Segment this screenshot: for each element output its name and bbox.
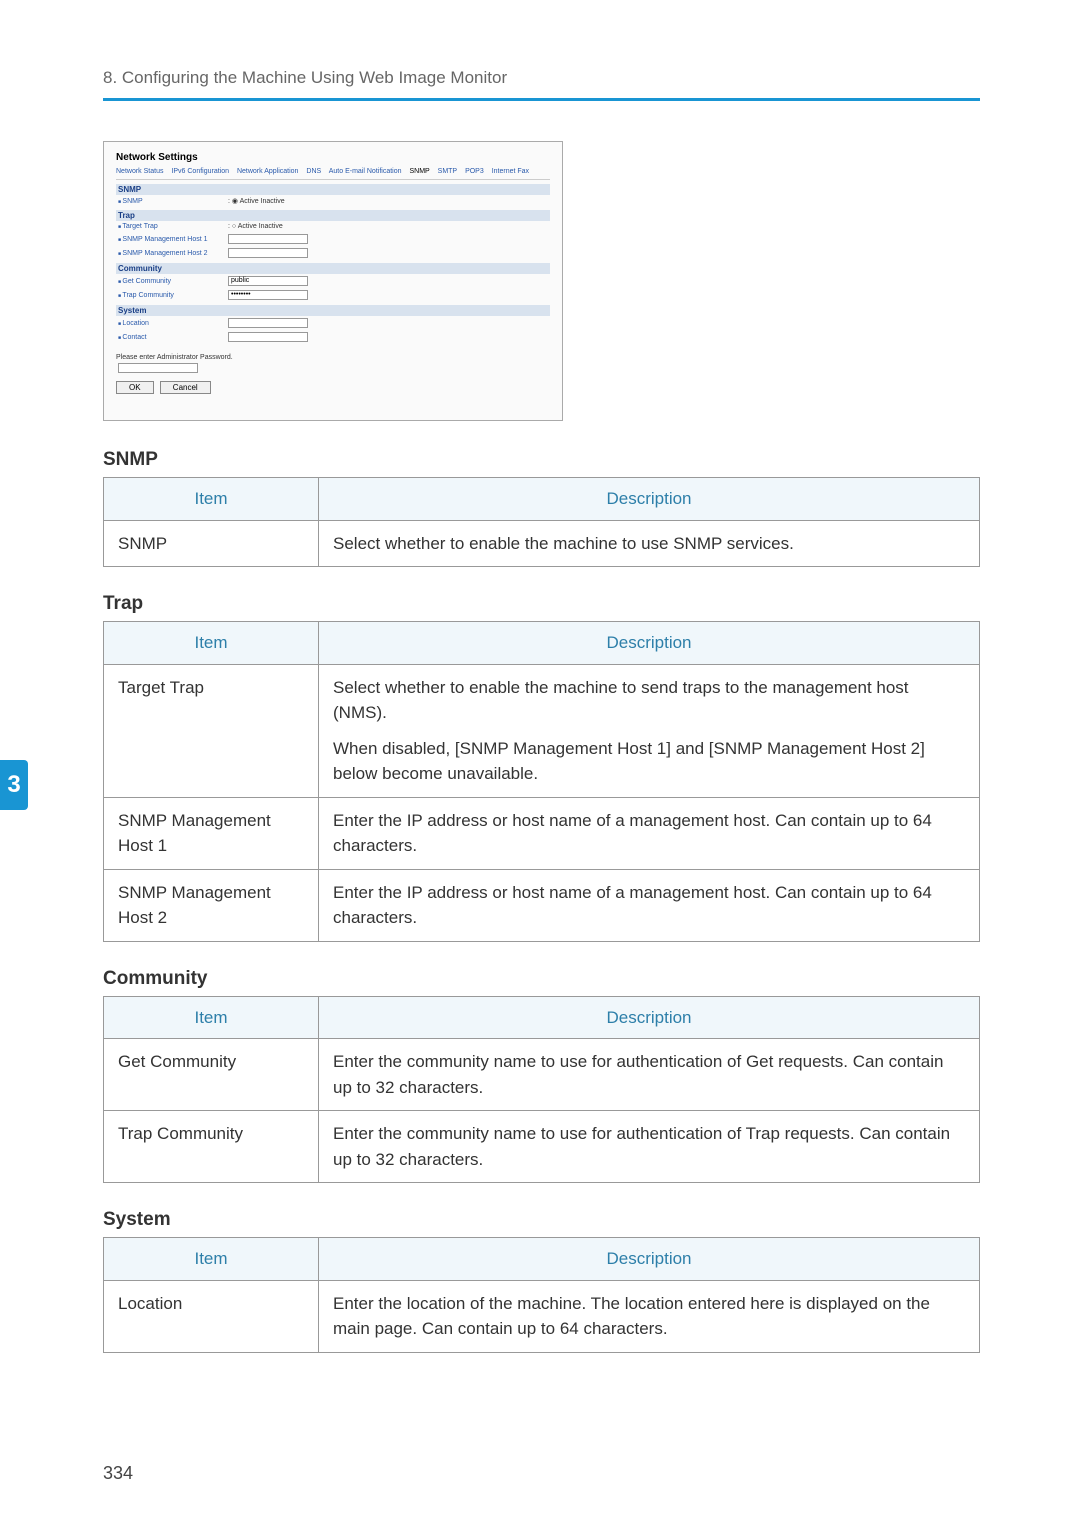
col-item: Item: [104, 478, 319, 521]
system-heading: System: [103, 1209, 980, 1231]
ns-radio: : ◉ Active Inactive: [228, 197, 285, 205]
desc-cell: Select whether to enable the machine to …: [319, 520, 980, 567]
ns-tab: DNS: [306, 168, 321, 175]
col-item: Item: [104, 622, 319, 665]
desc-cell: Enter the location of the machine. The l…: [319, 1280, 980, 1352]
ns-tab: SMTP: [438, 168, 457, 175]
desc-cell: Enter the IP address or host name of a m…: [319, 797, 980, 869]
item-cell: Target Trap: [104, 664, 319, 797]
ns-footer-text: Please enter Administrator Password.: [116, 354, 550, 361]
snmp-heading: SNMP: [103, 449, 980, 471]
chapter-header: 8. Configuring the Machine Using Web Ima…: [103, 68, 980, 101]
col-item: Item: [104, 996, 319, 1039]
item-cell: Location: [104, 1280, 319, 1352]
table-row: Target Trap Select whether to enable the…: [104, 664, 980, 797]
ns-title: Network Settings: [116, 152, 550, 163]
ns-row: Trap Community ••••••••: [116, 288, 550, 302]
desc-cell: Enter the community name to use for auth…: [319, 1111, 980, 1183]
item-cell: Get Community: [104, 1039, 319, 1111]
ns-row: SNMP : ◉ Active Inactive: [116, 195, 550, 207]
table-row: Trap Community Enter the community name …: [104, 1111, 980, 1183]
col-desc: Description: [319, 1238, 980, 1281]
ns-tab: Network Status: [116, 168, 163, 175]
ns-tab: Network Application: [237, 168, 298, 175]
ns-input: public: [228, 276, 308, 286]
cancel-button: Cancel: [160, 381, 211, 394]
ns-tab: IPv6 Configuration: [171, 168, 229, 175]
chapter-tab: 3: [0, 760, 28, 810]
community-table: Item Description Get Community Enter the…: [103, 996, 980, 1184]
snmp-table: Item Description SNMP Select whether to …: [103, 477, 980, 567]
ns-row: Location: [116, 316, 550, 330]
system-table: Item Description Location Enter the loca…: [103, 1237, 980, 1353]
ns-row: Contact: [116, 330, 550, 344]
page-content: 8. Configuring the Machine Using Web Ima…: [0, 0, 1080, 1393]
col-item: Item: [104, 1238, 319, 1281]
ok-button: OK: [116, 381, 154, 394]
ns-input: [228, 248, 308, 258]
item-cell: SNMP Management Host 1: [104, 797, 319, 869]
ns-password-input: [118, 363, 198, 373]
ns-radio-text: Active Inactive: [238, 223, 283, 230]
item-cell: Trap Community: [104, 1111, 319, 1183]
ns-input: [228, 234, 308, 244]
item-cell: SNMP: [104, 520, 319, 567]
desc-para1: Select whether to enable the machine to …: [333, 678, 909, 723]
col-desc: Description: [319, 478, 980, 521]
community-heading: Community: [103, 968, 980, 990]
ns-system-head: System: [116, 305, 550, 316]
trap-table: Item Description Target Trap Select whet…: [103, 621, 980, 942]
ns-radio: : ○ Active Inactive: [228, 223, 283, 230]
ns-community-head: Community: [116, 263, 550, 274]
desc-cell: Enter the IP address or host name of a m…: [319, 869, 980, 941]
ns-row: SNMP Management Host 1: [116, 232, 550, 246]
ns-label: Trap Community: [118, 292, 228, 299]
ns-trap-head: Trap: [116, 210, 550, 221]
ns-label: Get Community: [118, 278, 228, 285]
item-cell: SNMP Management Host 2: [104, 869, 319, 941]
desc-cell: Select whether to enable the machine to …: [319, 664, 980, 797]
table-row: Get Community Enter the community name t…: [104, 1039, 980, 1111]
table-row: Location Enter the location of the machi…: [104, 1280, 980, 1352]
ns-row: Target Trap : ○ Active Inactive: [116, 221, 550, 232]
ns-label: SNMP Management Host 2: [118, 250, 228, 257]
col-desc: Description: [319, 622, 980, 665]
ns-input: [228, 318, 308, 328]
desc-cell: Enter the community name to use for auth…: [319, 1039, 980, 1111]
network-settings-screenshot: Network Settings Network Status IPv6 Con…: [103, 141, 563, 421]
ns-label: Contact: [118, 334, 228, 341]
ns-tab: Internet Fax: [492, 168, 529, 175]
ns-tab: POP3: [465, 168, 484, 175]
ns-label: SNMP Management Host 1: [118, 236, 228, 243]
ns-input: ••••••••: [228, 290, 308, 300]
desc-para2: When disabled, [SNMP Management Host 1] …: [333, 736, 965, 787]
ns-tab-active: SNMP: [409, 168, 429, 175]
ns-row: SNMP Management Host 2: [116, 246, 550, 260]
ns-tab: Auto E-mail Notification: [329, 168, 402, 175]
ns-label: Target Trap: [118, 223, 228, 230]
trap-heading: Trap: [103, 593, 980, 615]
table-row: SNMP Management Host 2 Enter the IP addr…: [104, 869, 980, 941]
ns-input: [228, 332, 308, 342]
table-row: SNMP Select whether to enable the machin…: [104, 520, 980, 567]
page-number: 334: [103, 1463, 133, 1484]
ns-label: SNMP: [118, 198, 228, 205]
table-row: SNMP Management Host 1 Enter the IP addr…: [104, 797, 980, 869]
ns-tabs: Network Status IPv6 Configuration Networ…: [116, 166, 550, 180]
col-desc: Description: [319, 996, 980, 1039]
ns-snmp-head: SNMP: [116, 184, 550, 195]
ns-radio-text: Active Inactive: [240, 198, 285, 205]
ns-row: Get Community public: [116, 274, 550, 288]
ns-label: Location: [118, 320, 228, 327]
